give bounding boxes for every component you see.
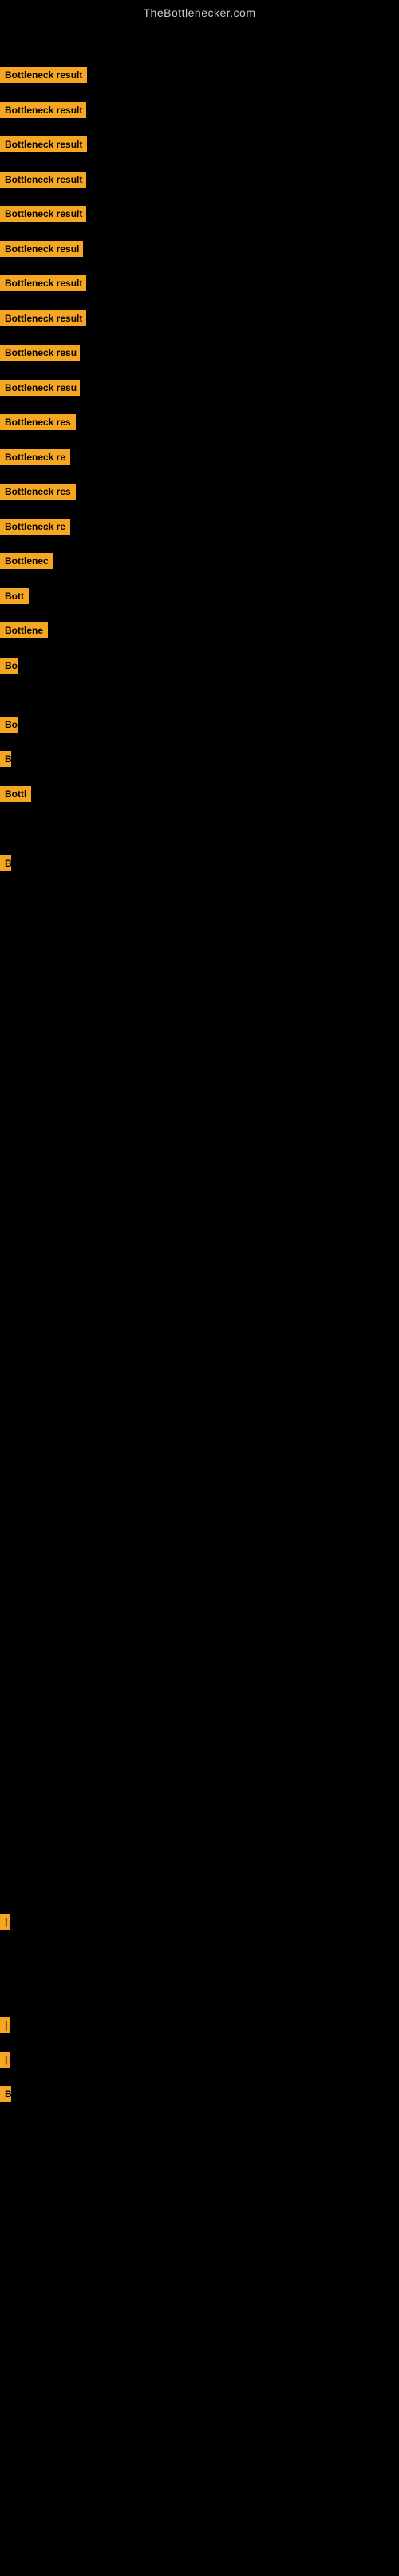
bottleneck-badge[interactable]: Bottleneck result: [0, 275, 86, 291]
bottleneck-badge[interactable]: Bottleneck result: [0, 67, 87, 83]
bottleneck-badge[interactable]: Bo: [0, 658, 18, 674]
bottleneck-badge[interactable]: Bott: [0, 588, 29, 604]
bottleneck-badge[interactable]: Bottleneck resu: [0, 345, 80, 361]
bottleneck-badge[interactable]: Bottlene: [0, 622, 48, 638]
bottleneck-badge[interactable]: Bottleneck res: [0, 484, 76, 500]
bottleneck-badge[interactable]: Bo: [0, 717, 18, 733]
bottleneck-badge[interactable]: Bottleneck resu: [0, 380, 80, 396]
bottleneck-badge[interactable]: B: [0, 855, 11, 871]
bottleneck-badge[interactable]: Bottleneck result: [0, 102, 86, 118]
bottleneck-badge[interactable]: Bottl: [0, 786, 31, 802]
bottleneck-badge[interactable]: Bottleneck result: [0, 310, 86, 326]
bottleneck-badge[interactable]: B: [0, 2086, 11, 2102]
bottleneck-badge[interactable]: Bottleneck res: [0, 414, 76, 430]
bottleneck-badge[interactable]: Bottleneck re: [0, 449, 70, 465]
bottleneck-badge[interactable]: Bottleneck result: [0, 206, 86, 222]
bottleneck-badge[interactable]: Bottleneck resul: [0, 241, 83, 257]
bottleneck-badge[interactable]: |: [0, 1914, 10, 1930]
bottleneck-badge[interactable]: Bottlenec: [0, 553, 53, 569]
bottleneck-badge[interactable]: B: [0, 751, 11, 767]
bottleneck-badge[interactable]: |: [0, 2052, 10, 2068]
bottleneck-badge[interactable]: Bottleneck result: [0, 136, 87, 152]
bottleneck-badge[interactable]: |: [0, 2017, 10, 2033]
site-title: TheBottlenecker.com: [0, 0, 399, 22]
bottleneck-badge[interactable]: Bottleneck re: [0, 519, 70, 535]
bottleneck-badge[interactable]: Bottleneck result: [0, 172, 86, 188]
